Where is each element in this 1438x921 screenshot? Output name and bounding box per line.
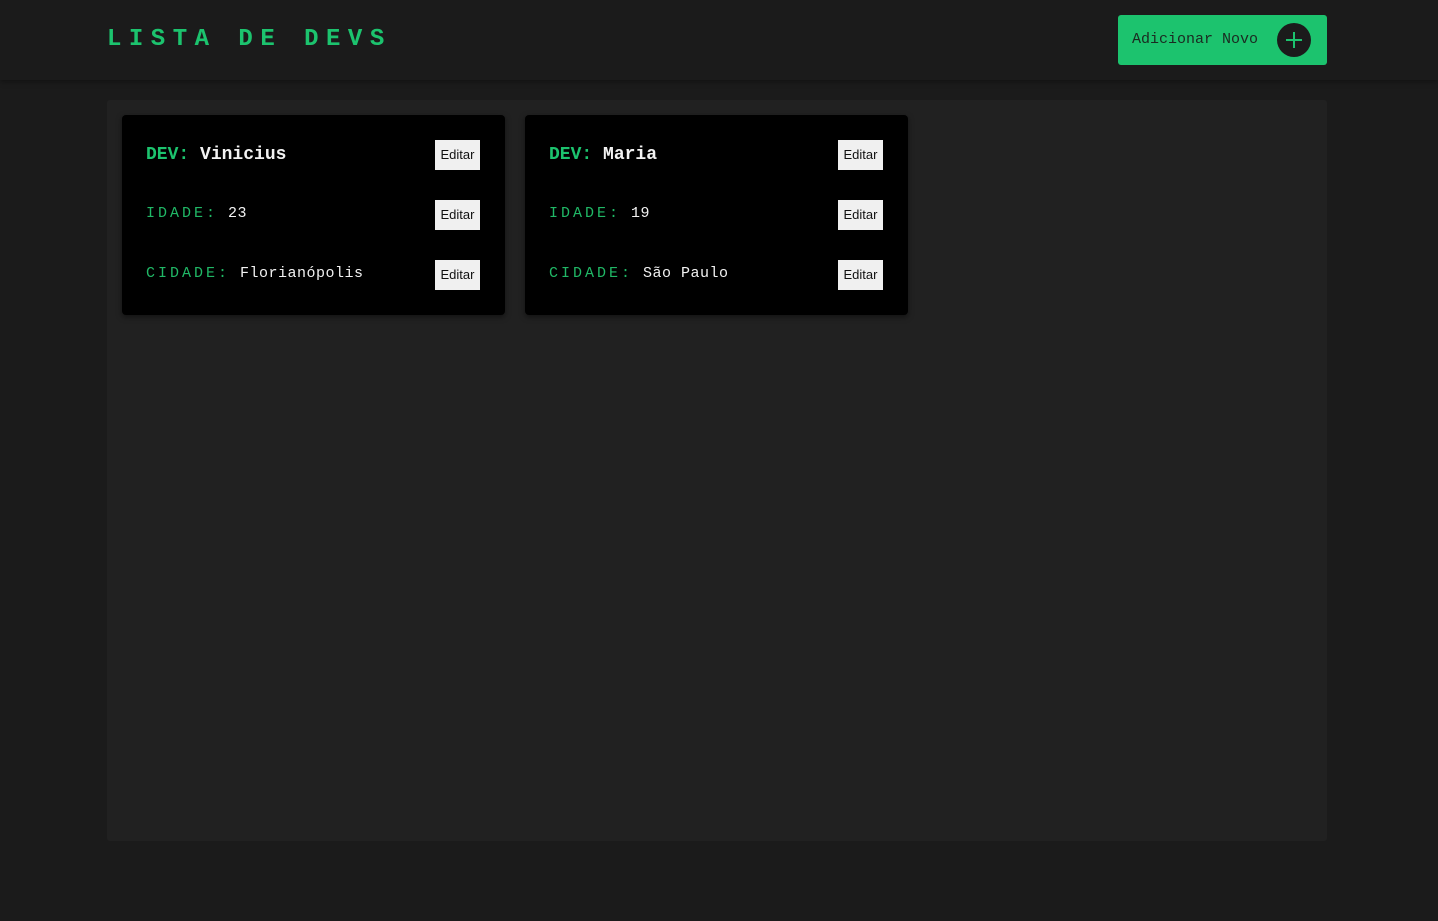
dev-age: 19 (631, 205, 651, 222)
plus-icon (1277, 23, 1311, 57)
edit-name-button[interactable]: Editar (838, 140, 883, 170)
dev-card: DEV: Vinicius Editar IDADE: 23 Editar CI… (122, 115, 505, 315)
age-label: IDADE: (549, 205, 622, 222)
dev-city-row: CIDADE: São Paulo (549, 265, 729, 283)
page-title: LISTA DE DEVS (107, 26, 392, 53)
app-header: LISTA DE DEVS Adicionar Novo (0, 0, 1438, 80)
dev-name-row: DEV: Maria (549, 144, 657, 166)
dev-age-row: IDADE: 19 (549, 205, 650, 223)
dev-city: Florianópolis (240, 265, 364, 282)
edit-age-button[interactable]: Editar (838, 200, 883, 230)
dev-name: Vinicius (200, 145, 287, 165)
dev-name: Maria (603, 145, 658, 165)
edit-city-button[interactable]: Editar (435, 260, 480, 290)
dev-label: DEV: (549, 145, 593, 165)
dev-card: DEV: Maria Editar IDADE: 19 Editar CIDAD… (525, 115, 908, 315)
dev-city-row: CIDADE: Florianópolis (146, 265, 364, 283)
dev-name-row: DEV: Vinicius (146, 144, 286, 166)
edit-age-button[interactable]: Editar (435, 200, 480, 230)
city-label: CIDADE: (549, 265, 634, 282)
dev-city: São Paulo (643, 265, 729, 282)
dev-age-row: IDADE: 23 (146, 205, 247, 223)
edit-city-button[interactable]: Editar (838, 260, 883, 290)
city-label: CIDADE: (146, 265, 231, 282)
age-label: IDADE: (146, 205, 219, 222)
add-new-button[interactable]: Adicionar Novo (1118, 15, 1327, 65)
dev-label: DEV: (146, 145, 190, 165)
edit-name-button[interactable]: Editar (435, 140, 480, 170)
add-new-button-label: Adicionar Novo (1132, 31, 1259, 48)
dev-age: 23 (228, 205, 248, 222)
